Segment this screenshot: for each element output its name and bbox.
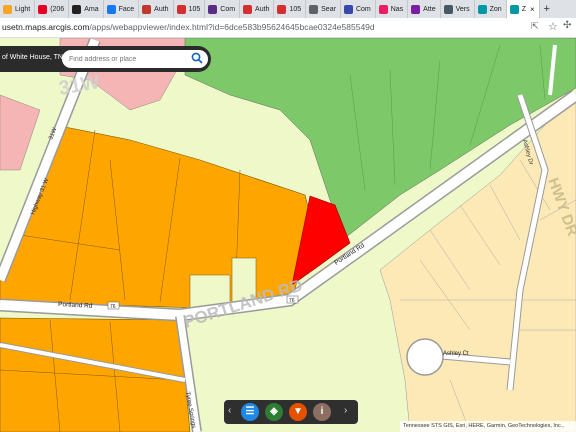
browser-tab-label: 105: [289, 5, 302, 13]
browser-tab[interactable]: Auth: [139, 0, 174, 18]
map-view[interactable]: 31W 31W Highway 31 W Portland Rd Portlan…: [0, 38, 576, 432]
browser-tab-label: Zon: [489, 5, 502, 13]
browser-tab[interactable]: (206: [35, 0, 70, 18]
atte-icon: [411, 4, 421, 14]
search-icon[interactable]: [190, 51, 204, 65]
layers-icon[interactable]: ◈: [265, 403, 283, 421]
browser-tab[interactable]: Vers: [441, 0, 475, 18]
ashley-ct-cul-de-sac: [406, 338, 444, 376]
browser-tab[interactable]: Ama: [69, 0, 104, 18]
browser-tab-label: Auth: [255, 5, 270, 13]
search-icon: [309, 4, 319, 14]
browser-tab[interactable]: Light: [0, 0, 36, 18]
filter-icon[interactable]: ▼: [289, 403, 307, 421]
pdf-icon: [243, 4, 253, 14]
browser-tab[interactable]: Com: [341, 0, 376, 18]
browser-tab-label: Light: [15, 5, 31, 13]
url-path: /apps/webappviewer/index.html?id=6dce583…: [89, 22, 375, 32]
legend-list-icon[interactable]: ☰: [241, 403, 259, 421]
browser-tab-label: 105: [188, 5, 201, 13]
browser-tab-label: Vers: [455, 5, 470, 13]
route-shield-2: 76: [289, 298, 295, 304]
browser-tab[interactable]: Atte: [408, 0, 441, 18]
browser-tab-label: (206: [50, 5, 65, 13]
url-text[interactable]: usetn.maps.arcgis.com/apps/webappviewer/…: [2, 22, 375, 32]
map-canvas[interactable]: 31W 31W Highway 31 W Portland Rd Portlan…: [0, 38, 576, 432]
browser-tab-label: Com: [220, 5, 236, 13]
info-icon[interactable]: i: [313, 403, 331, 421]
pinterest-icon: [38, 4, 48, 14]
facebook-icon: [106, 4, 116, 14]
bookmark-star-icon[interactable]: ☆: [548, 20, 558, 33]
browser-tab-label: Sear: [321, 5, 336, 13]
browser-tab-label: Z: [521, 5, 526, 13]
lightning-icon: [3, 4, 12, 14]
flower-icon: [378, 4, 388, 14]
browser-tab[interactable]: 105: [174, 0, 206, 18]
browser-tab[interactable]: 105: [274, 0, 307, 18]
browser-tab-label: Face: [118, 5, 135, 13]
v-icon: [208, 4, 218, 14]
search-input[interactable]: [62, 50, 208, 68]
browser-tab[interactable]: Sear: [306, 0, 341, 18]
ashley-ct-label: Ashley Ct: [443, 351, 469, 357]
browser-tab-label: Auth: [154, 5, 169, 13]
zone-icon: [509, 4, 519, 14]
url-domain: usetn.maps.arcgis.com: [2, 22, 90, 32]
toolbar-next-button[interactable]: ›: [344, 405, 347, 416]
extensions-icon[interactable]: ✣: [563, 20, 571, 31]
globe-icon: [343, 4, 353, 14]
browser-tab-label: Com: [355, 5, 371, 13]
browser-tab-strip: Light (206 Ama Face Auth 105 Com Auth 105 Sear Com…: [0, 0, 576, 18]
pdf-icon: [176, 4, 186, 14]
browser-tab-label: Atte: [423, 5, 436, 13]
route-shield-1: 76: [110, 304, 116, 310]
browser-tab-label: Nas: [390, 5, 404, 13]
close-tab-icon[interactable]: ×: [530, 5, 535, 14]
app-title: of White House, TN: [2, 54, 63, 61]
search-widget: of White House, TN: [0, 46, 211, 72]
amazon-icon: [72, 4, 82, 14]
zone-icon: [477, 4, 487, 14]
browser-tab[interactable]: Face: [104, 0, 140, 18]
pdf-icon: [277, 4, 287, 14]
browser-tab-label: Ama: [84, 5, 99, 13]
browser-tab-active[interactable]: Z ×: [506, 0, 540, 18]
auth-icon: [142, 4, 152, 14]
browser-tab[interactable]: Auth: [240, 0, 275, 18]
new-tab-button[interactable]: +: [540, 0, 554, 18]
vers-icon: [443, 4, 453, 14]
browser-tab[interactable]: Zon: [475, 0, 507, 18]
browser-tab[interactable]: Com: [205, 0, 241, 18]
toolbar-prev-button[interactable]: ‹: [228, 405, 231, 416]
address-bar[interactable]: usetn.maps.arcgis.com/apps/webappviewer/…: [0, 18, 576, 38]
map-attribution: Tennessee STS GIS, Esri, HERE, Garmin, G…: [400, 421, 576, 432]
share-icon[interactable]: ⇱: [531, 21, 539, 32]
widget-toolbar: ‹ ☰ ◈ ▼ i ›: [224, 400, 358, 424]
browser-tab[interactable]: Nas: [376, 0, 409, 18]
